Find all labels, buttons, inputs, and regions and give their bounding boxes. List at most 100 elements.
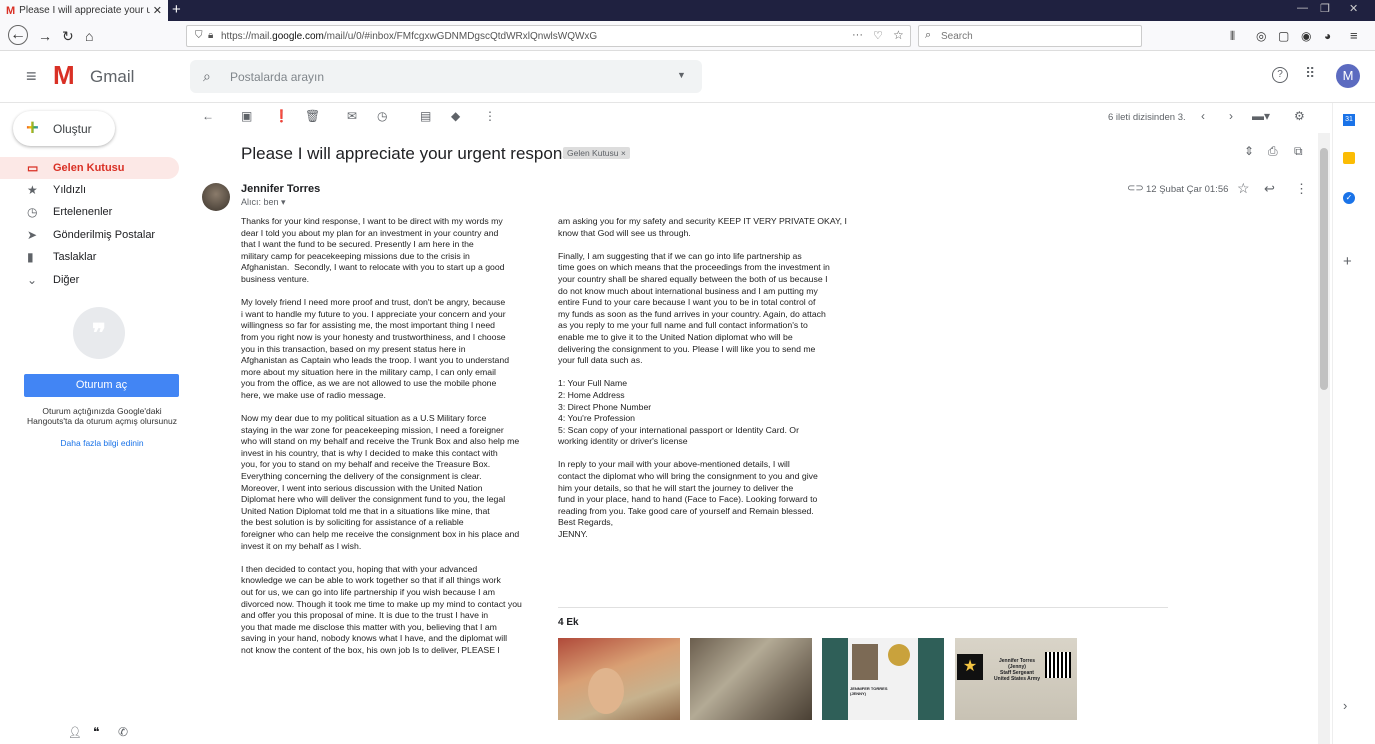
settings-gear-icon[interactable]: ⚙ xyxy=(1294,109,1305,123)
collapse-all-icon[interactable]: ⇕ xyxy=(1244,144,1254,158)
account-avatar[interactable]: M xyxy=(1336,64,1360,88)
extension-icon[interactable]: ◎ xyxy=(1256,28,1266,44)
input-tools-icon[interactable]: ▬▾ xyxy=(1252,109,1270,123)
url-bar[interactable]: ⛉ 🔒︎ https://mail. google.com/mail/u/0/#i… xyxy=(186,25,911,47)
recipient-text: Alıcı: ben xyxy=(241,197,279,207)
email-date: 12 Şubat Çar 01:56 xyxy=(1146,184,1229,195)
snooze-icon[interactable]: ◷ xyxy=(377,109,387,123)
sender-name[interactable]: Jennifer Torres xyxy=(241,183,320,195)
email-body-column-1: Thanks for your kind response, I want to… xyxy=(241,216,522,655)
sender-avatar xyxy=(202,183,230,211)
back-to-inbox-icon[interactable]: ← xyxy=(202,109,214,123)
more-options-icon[interactable]: ⋮ xyxy=(484,109,496,123)
add-addon-icon[interactable]: + xyxy=(1343,254,1352,269)
compose-plus-icon: + xyxy=(26,115,39,140)
mark-unread-icon[interactable]: ✉ xyxy=(347,109,357,123)
move-to-icon[interactable]: ▤ xyxy=(420,109,431,123)
sidebar-icon[interactable]: ▢ xyxy=(1278,28,1289,44)
apps-grid-icon[interactable]: ⠿ xyxy=(1305,65,1315,82)
inbox-icon: ▭ xyxy=(27,161,39,175)
hangouts-chat-icon[interactable]: ❝ xyxy=(93,725,99,739)
scrollbar-thumb[interactable] xyxy=(1320,148,1328,390)
search-icon: ⌕ xyxy=(925,29,932,41)
archive-icon[interactable]: ▣ xyxy=(241,109,252,123)
calendar-icon[interactable]: 31 xyxy=(1343,114,1355,126)
hangouts-info-text: Oturum açtığınızda Google'daki Hangouts'… xyxy=(27,406,177,426)
compose-button[interactable]: + Oluştur xyxy=(13,111,115,146)
library-icon[interactable]: ⫴ xyxy=(1230,28,1235,44)
keep-icon[interactable] xyxy=(1343,152,1355,164)
id-name: JENNIFER TORRES (JENNY) xyxy=(850,686,888,696)
passport-photo xyxy=(588,668,624,714)
search-placeholder: Search xyxy=(941,30,973,42)
window-close-icon[interactable]: ✕ xyxy=(1349,2,1358,15)
phone-icon[interactable]: ✆ xyxy=(118,725,128,739)
open-new-window-icon[interactable]: ⧉ xyxy=(1294,144,1303,159)
pocket-icon[interactable]: ♡ xyxy=(873,29,883,42)
sidebar-item-inbox[interactable]: ▭ Gelen Kutusu xyxy=(0,157,179,179)
minimize-icon[interactable]: — xyxy=(1297,2,1308,14)
sidebar-item-snoozed[interactable]: ◷ Ertelenenler xyxy=(0,201,179,223)
label-icon[interactable]: ◆ xyxy=(451,109,460,123)
main-menu-icon[interactable]: ≡ xyxy=(26,66,37,87)
message-more-icon[interactable]: ⋮ xyxy=(1295,181,1308,197)
url-domain: google.com xyxy=(272,30,324,42)
account-icon[interactable]: ◉ xyxy=(1301,28,1311,44)
expand-panel-icon[interactable]: › xyxy=(1343,699,1347,712)
bookmark-star-icon[interactable]: ☆ xyxy=(893,28,904,42)
attachments-divider xyxy=(558,607,1168,608)
extension2-icon[interactable]: ◕ xyxy=(1324,28,1331,44)
compose-label: Oluştur xyxy=(53,121,92,136)
mail-search-input[interactable]: ⌕ Postalarda arayın ▼ xyxy=(190,60,702,93)
contacts-icon[interactable]: 👤︎ xyxy=(68,726,82,739)
recipient-details-icon: ▾ xyxy=(281,197,286,207)
pagination-text: 6 ileti dizisinden 3. xyxy=(1108,112,1186,123)
sidebar-item-label: Taslaklar xyxy=(53,251,97,263)
search-options-icon[interactable]: ▼ xyxy=(677,70,686,80)
sidebar-item-label: Gelen Kutusu xyxy=(53,162,125,174)
maximize-icon[interactable]: ❐ xyxy=(1320,2,1330,15)
reply-icon[interactable]: ↩ xyxy=(1264,181,1275,197)
clock-icon: ◷ xyxy=(27,205,38,219)
sidebar-item-label: Yıldızlı xyxy=(53,184,87,196)
lock-icon: 🔒︎ xyxy=(208,30,214,41)
reload-icon[interactable]: ↻ xyxy=(62,28,74,44)
tasks-icon[interactable]: ✓ xyxy=(1343,192,1355,204)
browser-search-input[interactable]: ⌕ Search xyxy=(918,25,1142,47)
attachment-thumbnail-money[interactable] xyxy=(690,638,812,720)
sidebar-item-label: Ertelenenler xyxy=(53,206,113,218)
star-icon[interactable]: ☆ xyxy=(1237,180,1250,197)
forward-icon[interactable]: → xyxy=(38,28,52,44)
attachment-thumbnail-passport[interactable] xyxy=(558,638,680,720)
sidebar-item-sent[interactable]: ➤ Gönderilmiş Postalar xyxy=(0,224,179,246)
home-icon[interactable]: ⌂ xyxy=(85,28,93,44)
recipient-line[interactable]: Alıcı: ben ▾ xyxy=(241,197,286,208)
report-spam-icon[interactable]: ❗ xyxy=(274,109,289,123)
tab-title: Please I will appreciate your urg xyxy=(19,5,150,16)
menu-icon[interactable]: ≡ xyxy=(1350,28,1358,44)
sidebar-item-starred[interactable]: ★ Yıldızlı xyxy=(0,179,179,201)
new-tab-button[interactable]: + xyxy=(172,1,181,19)
gmail-favicon-icon: M xyxy=(6,4,16,17)
delete-icon[interactable]: 🗑︎ xyxy=(305,109,320,123)
sign-in-button[interactable]: Oturum aç xyxy=(24,374,179,397)
learn-more-link[interactable]: Daha fazla bilgi edinin xyxy=(22,438,182,448)
email-body-column-2: am asking you for my safety and security… xyxy=(558,216,847,540)
shield-icon: ⛉ xyxy=(195,30,203,41)
url-prefix: https://mail. xyxy=(221,30,273,42)
search-icon: ⌕ xyxy=(203,68,211,84)
back-icon[interactable]: ← xyxy=(8,25,28,45)
prev-page-icon[interactable]: ‹ xyxy=(1201,109,1205,123)
tab-close-icon[interactable]: ✕ xyxy=(153,4,162,17)
attachment-thumbnail-id-card[interactable]: JENNIFER TORRES (JENNY) xyxy=(822,638,944,720)
print-icon[interactable]: ⎙ xyxy=(1268,144,1278,159)
label-chip[interactable]: Gelen Kutusu × xyxy=(563,147,630,159)
attachment-thumbnail-business-card[interactable]: ★ Jennifer Torres (Jenny) Staff Sergeant… xyxy=(955,638,1077,720)
gmail-logo-icon[interactable]: M xyxy=(53,60,75,90)
browser-tab[interactable]: M Please I will appreciate your urg ✕ xyxy=(0,0,168,21)
page-actions-icon[interactable]: ··· xyxy=(852,29,863,41)
sidebar-item-more[interactable]: ⌄ Diğer xyxy=(0,269,179,291)
help-icon[interactable]: ? xyxy=(1272,67,1288,83)
sidebar-item-drafts[interactable]: ▮ Taslaklar xyxy=(0,246,179,268)
next-page-icon[interactable]: › xyxy=(1229,109,1233,123)
